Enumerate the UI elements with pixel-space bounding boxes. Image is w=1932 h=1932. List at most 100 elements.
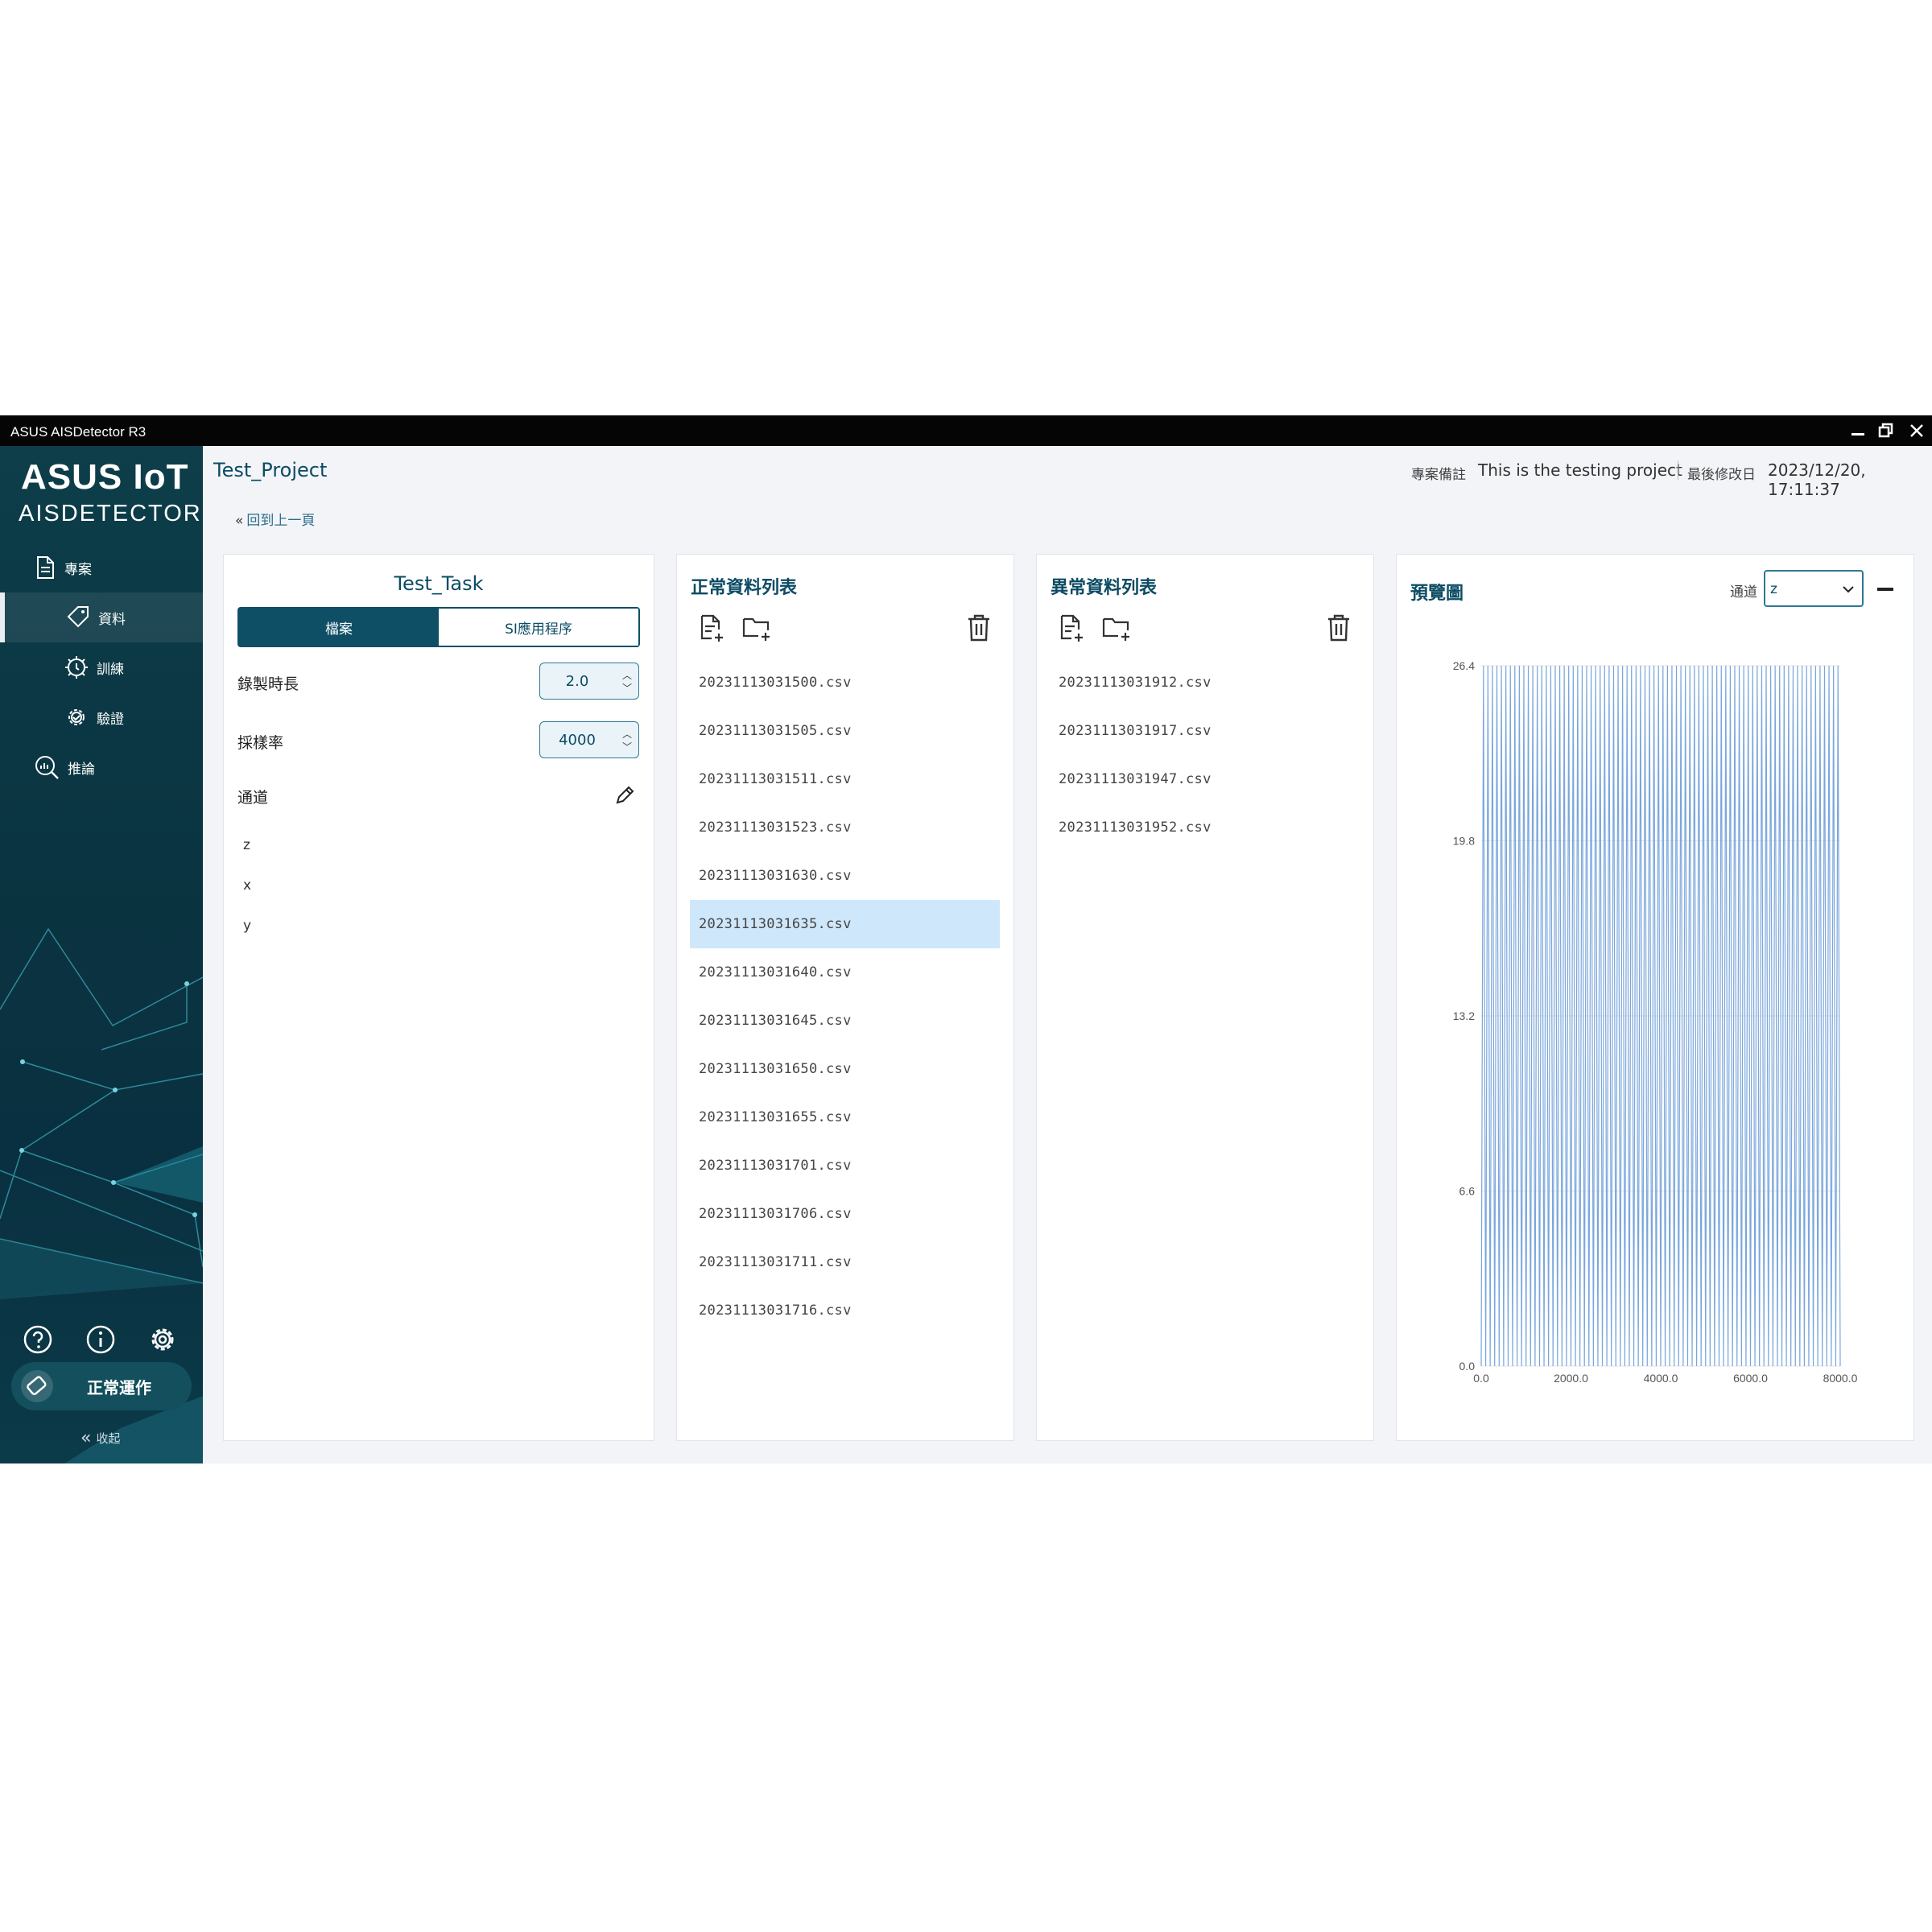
edit-pencil-icon[interactable] [613,784,638,808]
tab-si-app[interactable]: SI應用程序 [439,609,638,646]
file-list-item[interactable]: 20231113031952.csv [1050,803,1360,852]
file-list-item[interactable]: 20231113031630.csv [690,852,1000,900]
file-list-item[interactable]: 20231113031511.csv [690,755,1000,803]
brand-product: AISDETECTOR [19,501,202,526]
note-value: This is the testing project [1478,460,1682,480]
gear-check-icon [68,709,85,725]
channel-item[interactable]: z [243,837,250,853]
nav-item-train[interactable]: 訓練 [0,642,203,692]
nav-item-project[interactable]: 專案 [0,543,203,592]
task-title: Test_Task [394,572,484,595]
help-icon[interactable] [22,1323,54,1356]
duration-label: 錄製時長 [237,675,299,693]
tag-icon [67,606,89,628]
channel-select[interactable]: z [1764,570,1864,607]
add-folder-icon[interactable] [741,613,770,642]
source-toggle: 檔案 SI應用程序 [237,607,640,647]
window-title: ASUS AISDetector R3 [10,424,147,440]
delete-trash-icon[interactable] [966,613,995,642]
collapse-label: 收起 [96,1431,121,1446]
back-link[interactable]: «回到上一頁 [235,509,315,529]
nav-label-verify: 驗證 [97,711,124,728]
modified-value: 2023/12/20, 17:11:37 [1768,460,1866,499]
document-icon [37,556,54,579]
delete-trash-icon[interactable] [1326,613,1355,642]
status-indicator: 正常運作 [11,1362,192,1410]
file-list-item[interactable]: 20231113031912.csv [1050,658,1360,707]
file-list-item[interactable]: 20231113031701.csv [690,1141,1000,1190]
chevron-up-icon[interactable]: ︿ [622,668,632,682]
settings-icon[interactable] [147,1323,179,1356]
add-file-icon[interactable] [697,613,726,642]
preview-title: 預覽圖 [1410,584,1464,604]
add-file-icon[interactable] [1057,613,1086,642]
x-tick-label: 4000.0 [1644,1372,1678,1385]
file-list-item[interactable]: 20231113031947.csv [1050,755,1360,803]
y-tick-label: 26.4 [1453,659,1475,672]
file-list-item[interactable]: 20231113031655.csv [690,1093,1000,1141]
x-tick-label: 2000.0 [1554,1372,1588,1385]
double-chevron-left-icon: « [235,513,244,529]
file-list-item[interactable]: 20231113031711.csv [690,1238,1000,1286]
y-tick-label: 0.0 [1459,1360,1476,1373]
file-list-item[interactable]: 20231113031645.csv [690,997,1000,1045]
nav-item-data[interactable]: 資料 [0,592,203,642]
x-tick-label: 6000.0 [1733,1372,1768,1385]
file-list-item[interactable]: 20231113031917.csv [1050,707,1360,755]
chevron-down-icon[interactable]: ﹀ [622,740,632,753]
minimize-icon[interactable] [1847,420,1868,441]
nav-label-inference: 推論 [68,761,95,778]
rate-label: 採樣率 [237,734,284,752]
add-folder-icon[interactable] [1101,613,1130,642]
modified-label: 最後修改日 [1687,467,1756,483]
x-tick-label: 0.0 [1473,1372,1489,1385]
rate-value: 4000 [559,732,596,749]
title-bar: ASUS AISDetector R3 [0,415,1932,446]
minimize-panel-icon[interactable] [1876,580,1895,599]
double-chevron-left-icon: « [80,1428,92,1448]
nav-item-inference[interactable]: 推論 [0,742,203,792]
y-tick-label: 19.8 [1453,835,1475,848]
sidebar: ASUS IoT AISDETECTOR 專案 資料 訓練 驗證 推論 正常運作… [0,446,203,1463]
chevron-up-icon[interactable]: ︿ [622,727,632,741]
file-list-item[interactable]: 20231113031635.csv [690,900,1000,948]
chevron-down-icon[interactable]: ﹀ [622,681,632,695]
back-label: 回到上一頁 [246,513,316,529]
nav-label-train: 訓練 [97,661,124,678]
preview-channel-label: 通道 [1730,584,1757,601]
file-list-item[interactable]: 20231113031523.csv [690,803,1000,852]
abnormal-list-title: 異常資料列表 [1051,578,1158,598]
project-title: Test_Project [213,459,328,481]
file-list-item[interactable]: 20231113031650.csv [690,1045,1000,1093]
note-label: 專案備註 [1411,467,1466,483]
channel-item[interactable]: x [243,877,251,894]
brand-logo: ASUS IoT [21,457,189,497]
file-list-item[interactable]: 20231113031640.csv [690,948,1000,997]
info-icon[interactable] [85,1323,117,1356]
nav-item-verify[interactable]: 驗證 [0,692,203,742]
y-tick-label: 13.2 [1453,1009,1475,1022]
channel-item[interactable]: y [243,918,251,934]
close-icon[interactable] [1906,420,1927,441]
file-list-item[interactable]: 20231113031505.csv [690,707,1000,755]
duration-stepper[interactable]: 2.0 ︿ ﹀ [539,663,639,700]
sensor-icon [21,1370,53,1402]
channels-label: 通道 [237,789,269,807]
status-label: 正常運作 [87,1377,151,1397]
tab-file[interactable]: 檔案 [239,609,439,646]
train-icon [65,656,88,679]
duration-value: 2.0 [565,673,589,690]
y-tick-label: 6.6 [1459,1185,1476,1198]
file-list-item[interactable]: 20231113031706.csv [690,1190,1000,1238]
restore-icon[interactable] [1876,420,1897,441]
rate-stepper[interactable]: 4000 ︿ ﹀ [539,721,639,758]
normal-list-title: 正常資料列表 [691,578,798,598]
file-list-item[interactable]: 20231113031716.csv [690,1286,1000,1335]
x-tick-label: 8000.0 [1823,1372,1858,1385]
collapse-button[interactable]: « 收起 [80,1428,120,1448]
search-chart-icon [35,756,59,779]
channel-select-value: z [1770,581,1777,597]
preview-chart: 0.0 6.6 13.2 19.8 26.4 0.0 2000.0 4000.0 6000.0 8… [1453,659,1858,1385]
file-list-item[interactable]: 20231113031500.csv [690,658,1000,707]
nav-label-data: 資料 [98,611,126,628]
